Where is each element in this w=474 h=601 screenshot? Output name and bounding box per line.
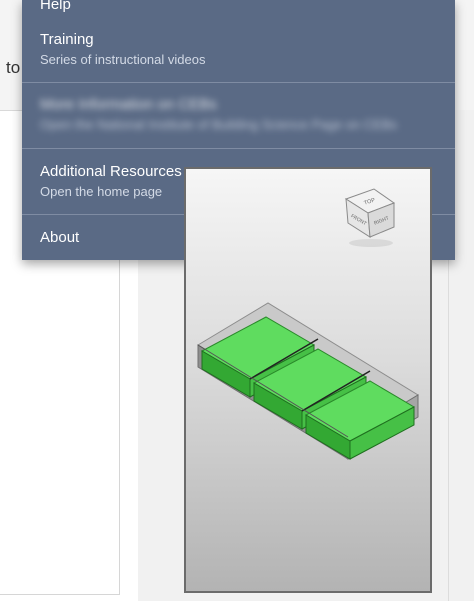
model-preview-viewport[interactable]: TOP FRONT RIGHT bbox=[184, 167, 432, 593]
menu-item-training-subtitle: Series of instructional videos bbox=[40, 52, 206, 67]
viewcube[interactable]: TOP FRONT RIGHT bbox=[344, 188, 396, 247]
menu-separator bbox=[22, 82, 455, 83]
menu-item-more-information-subtitle: Open the National Institute of Building … bbox=[40, 117, 397, 132]
tray-model[interactable] bbox=[197, 302, 419, 460]
menu-item-training[interactable]: Training Series of instructional videos bbox=[40, 31, 445, 68]
model-preview-canvas: TOP FRONT RIGHT bbox=[197, 188, 419, 460]
menu-item-more-information[interactable]: More Information on CEBs Open the Nation… bbox=[40, 96, 445, 133]
menu-item-help-title: Help bbox=[40, 0, 71, 13]
menu-item-help[interactable]: Help bbox=[40, 0, 445, 14]
menu-item-training-title: Training bbox=[40, 31, 94, 48]
background-text-fragment: to bbox=[6, 58, 21, 77]
menu-separator bbox=[22, 148, 455, 149]
menu-item-more-information-title: More Information on CEBs bbox=[40, 96, 217, 113]
viewcube-shadow bbox=[349, 239, 393, 247]
